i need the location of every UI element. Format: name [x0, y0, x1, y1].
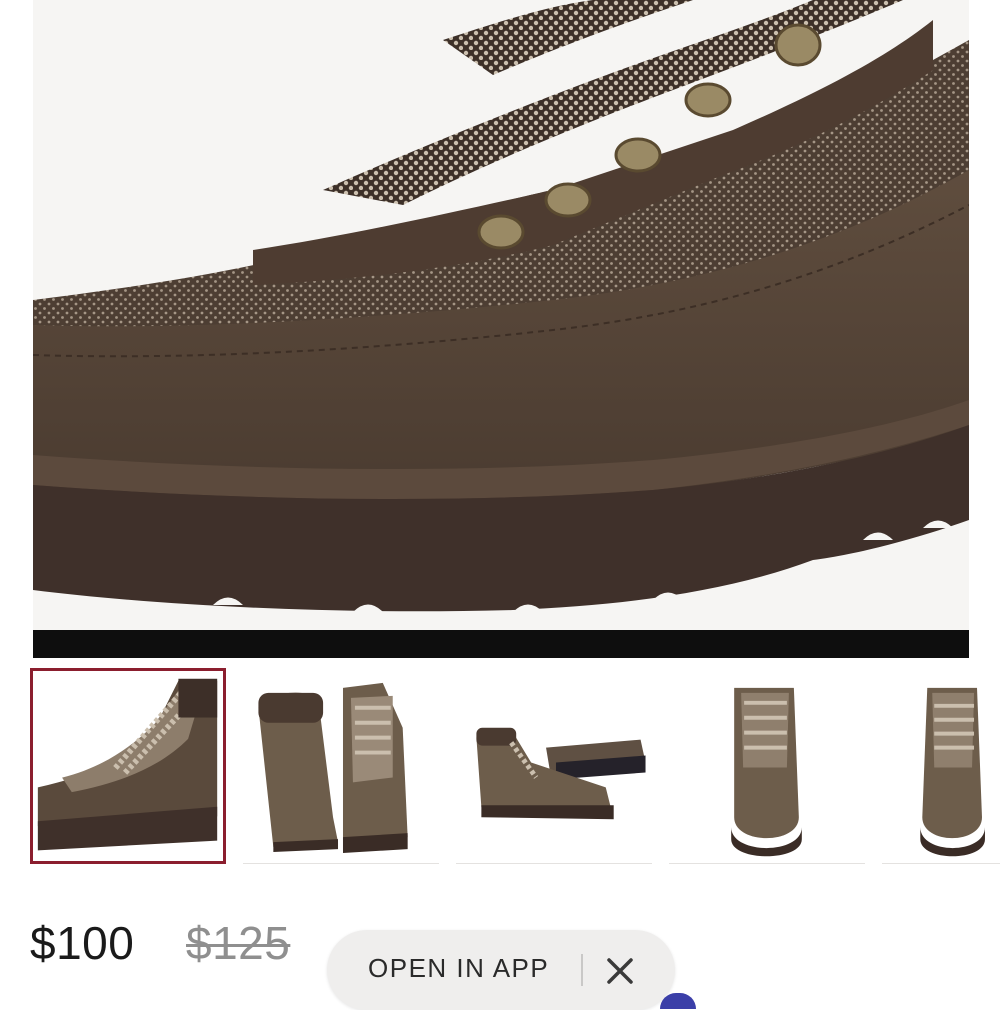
boot-pair-back-front-image: [243, 668, 439, 863]
current-price: $100: [30, 916, 134, 970]
thumbnail-1[interactable]: [30, 668, 226, 864]
product-main-image[interactable]: [33, 0, 969, 630]
floating-action-button-edge[interactable]: [660, 993, 696, 1009]
open-in-app-button[interactable]: OPEN IN APP: [368, 953, 549, 984]
thumbnail-4[interactable]: [669, 668, 865, 864]
boot-closeup-image: [33, 671, 223, 861]
original-price: $125: [186, 916, 290, 970]
banner-divider: [581, 954, 583, 986]
image-bottom-bar: [33, 630, 969, 658]
thumbnail-5[interactable]: [882, 668, 1000, 864]
boot-side-sole-image: [456, 668, 652, 863]
boot-front-image: [669, 668, 865, 863]
thumbnail-3[interactable]: [456, 668, 652, 864]
boot-front-partial-image: [882, 668, 1000, 863]
close-icon[interactable]: [603, 954, 637, 988]
thumbnail-strip[interactable]: [30, 668, 1000, 868]
open-in-app-banner: OPEN IN APP: [327, 930, 675, 1010]
thumbnail-2[interactable]: [243, 668, 439, 864]
